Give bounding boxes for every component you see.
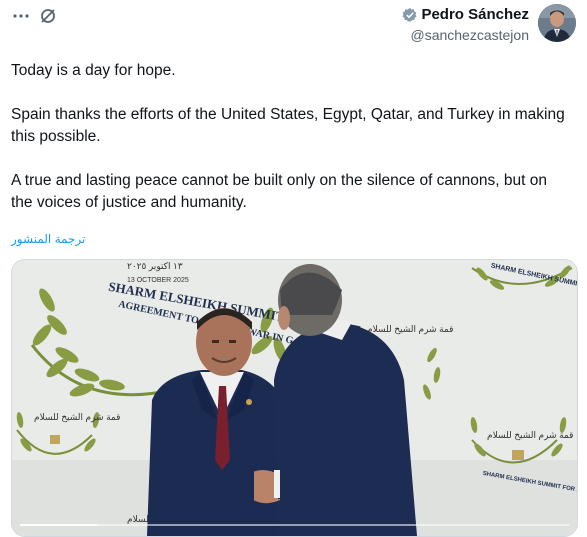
tweet-text: Today is a day for hope. Spain thanks th… (11, 62, 565, 211)
more-options-button[interactable] (11, 6, 31, 26)
translate-post-link[interactable]: ترجمة المنشور (11, 232, 85, 246)
author-block[interactable]: Pedro Sánchez @sanchezcastejon (402, 6, 529, 44)
handshake (240, 465, 294, 504)
author-handle[interactable]: @sanchezcastejon (402, 27, 529, 44)
backdrop-english-date: 13 OCTOBER 2025 (127, 277, 189, 284)
author-name[interactable]: Pedro Sánchez (421, 6, 529, 24)
grok-action-button[interactable] (38, 6, 58, 26)
tweet-header: Pedro Sánchez @sanchezcastejon (0, 0, 587, 48)
svg-text:قمة شرم الشيخ للسلام: قمة شرم الشيخ للسلام (367, 324, 453, 334)
video-progress-bar[interactable] (20, 524, 569, 526)
svg-text:قمة شرم الشيخ للسلام: قمة شرم الشيخ للسلام (487, 430, 573, 440)
more-horizontal-icon (13, 14, 29, 18)
svg-text:قمة شرم الشيخ للسلام: قمة شرم الشيخ للسلام (34, 412, 120, 422)
video-frame: SHARM ELSHEIKH SUMMIT FOR PEACE AGREEMEN… (12, 260, 577, 536)
no-share-icon (41, 9, 55, 23)
avatar[interactable] (538, 4, 576, 42)
tweet-media-video[interactable]: SHARM ELSHEIKH SUMMIT FOR PEACE AGREEMEN… (11, 259, 578, 537)
verified-badge-icon (402, 8, 417, 22)
backdrop-arabic-date: ١٣ اكتوبر ٢٠٢٥ (127, 261, 183, 271)
avatar-image (538, 4, 576, 42)
